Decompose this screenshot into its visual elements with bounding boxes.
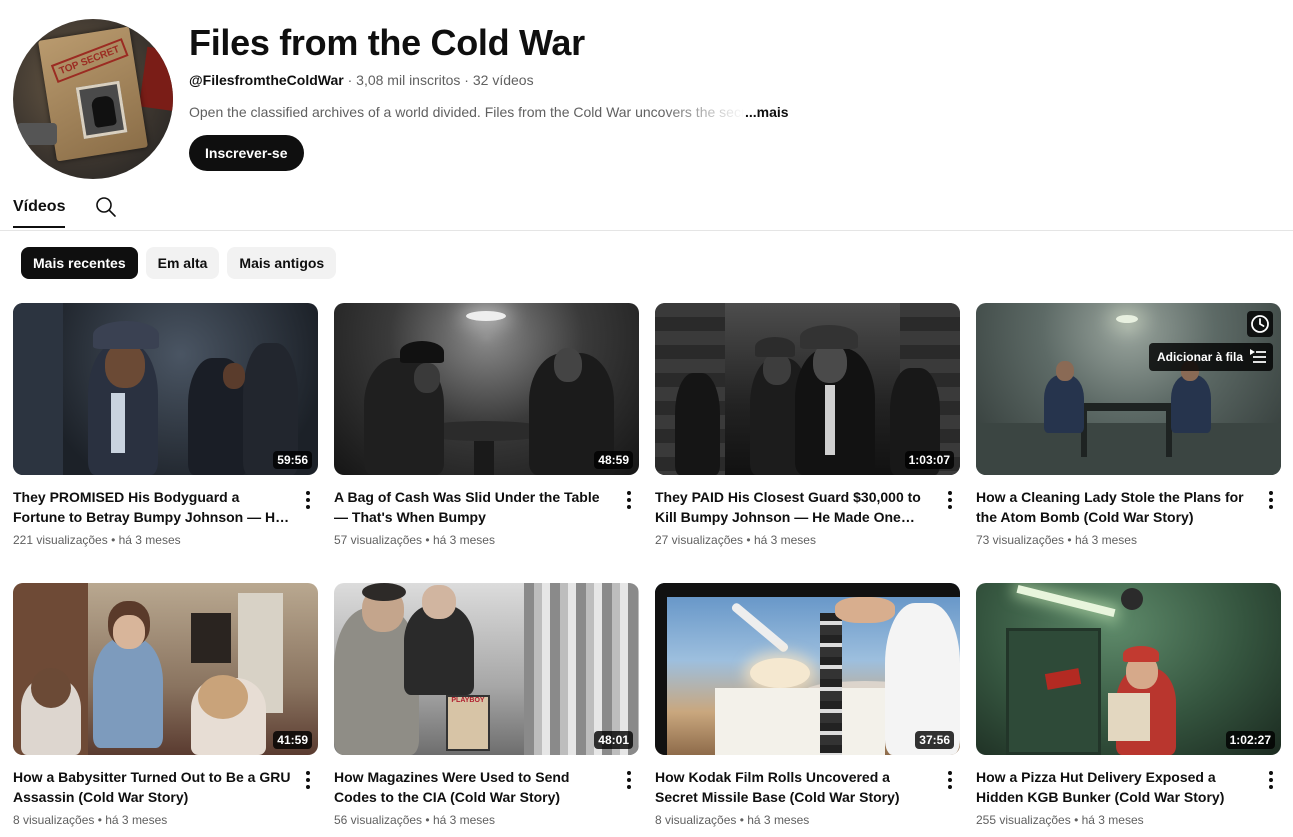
video-thumbnail[interactable]: Adicionar à fila — [976, 303, 1281, 475]
video-meta: 8 visualizações • há 3 meses — [655, 813, 810, 827]
video-meta: 221 visualizações • há 3 meses — [13, 533, 181, 547]
chip-em-alta[interactable]: Em alta — [145, 247, 220, 279]
description-text: Open the classified archives of a world … — [189, 104, 745, 120]
more-actions-icon[interactable] — [1263, 768, 1279, 792]
video-thumbnail[interactable]: 41:59 — [13, 583, 318, 755]
video-duration: 48:59 — [594, 451, 633, 469]
more-link[interactable]: ...mais — [745, 104, 789, 120]
video-meta: 27 visualizações • há 3 meses — [655, 533, 816, 547]
chip-mais-recentes[interactable]: Mais recentes — [21, 247, 138, 279]
video-card[interactable]: 59:56 They PROMISED His Bodyguard a Fort… — [13, 303, 318, 547]
video-thumbnail[interactable]: 48:59 — [334, 303, 639, 475]
video-card[interactable]: 41:59 How a Babysitter Turned Out to Be … — [13, 583, 318, 827]
sort-chips: Mais recentes Em alta Mais antigos — [21, 247, 337, 279]
channel-meta: @FilesfromtheColdWar · 3,08 mil inscrito… — [189, 72, 534, 88]
channel-avatar: TOP SECRET — [13, 19, 173, 179]
video-thumbnail[interactable]: 1:02:27 — [976, 583, 1281, 755]
avatar-photo — [75, 80, 128, 139]
video-duration: 59:56 — [273, 451, 312, 469]
video-meta: 56 visualizações • há 3 meses — [334, 813, 495, 827]
add-to-queue-label: Adicionar à fila — [1156, 350, 1243, 364]
more-actions-icon[interactable] — [300, 488, 316, 512]
video-title[interactable]: How a Cleaning Lady Stole the Plans for … — [976, 487, 1256, 527]
channel-handle: @FilesfromtheColdWar — [189, 72, 344, 88]
video-card[interactable]: 48:59 A Bag of Cash Was Slid Under the T… — [334, 303, 639, 547]
channel-title: Files from the Cold War — [189, 22, 585, 63]
video-meta: 255 visualizações • há 3 meses — [976, 813, 1144, 827]
video-title[interactable]: They PAID His Closest Guard $30,000 to K… — [655, 487, 935, 527]
add-to-queue-button[interactable]: Adicionar à fila — [1148, 343, 1273, 371]
video-card[interactable]: 37:56 How Kodak Film Rolls Uncovered a S… — [655, 583, 960, 827]
video-duration: 48:01 — [594, 731, 633, 749]
channel-description[interactable]: Open the classified archives of a world … — [189, 104, 789, 120]
video-title[interactable]: They PROMISED His Bodyguard a Fortune to… — [13, 487, 293, 527]
video-title[interactable]: How a Babysitter Turned Out to Be a GRU … — [13, 767, 293, 807]
video-card[interactable]: PLAYBOY 48:01 How Magazines Were Used to… — [334, 583, 639, 827]
video-meta: 73 visualizações • há 3 meses — [976, 533, 1137, 547]
avatar-camera — [17, 123, 57, 145]
video-title[interactable]: A Bag of Cash Was Slid Under the Table —… — [334, 487, 614, 527]
video-title[interactable]: How Kodak Film Rolls Uncovered a Secret … — [655, 767, 935, 807]
video-thumbnail[interactable]: PLAYBOY 48:01 — [334, 583, 639, 755]
more-actions-icon[interactable] — [621, 488, 637, 512]
video-duration: 41:59 — [273, 731, 312, 749]
video-duration: 1:03:07 — [904, 451, 954, 469]
video-meta: 57 visualizações • há 3 meses — [334, 533, 495, 547]
more-actions-icon[interactable] — [942, 768, 958, 792]
video-card[interactable]: Adicionar à fila How a Cleaning Lady Sto… — [976, 303, 1281, 547]
playlist-add-icon — [1249, 348, 1267, 367]
clock-icon[interactable] — [1247, 311, 1273, 337]
search-icon[interactable] — [94, 195, 118, 219]
video-duration: 37:56 — [915, 731, 954, 749]
tab-videos[interactable]: Vídeos — [13, 198, 66, 228]
magazine-title: PLAYBOY — [451, 697, 485, 704]
video-card[interactable]: 1:02:27 How a Pizza Hut Delivery Exposed… — [976, 583, 1281, 827]
video-thumbnail[interactable]: 59:56 — [13, 303, 318, 475]
video-count: 32 vídeos — [472, 72, 534, 88]
video-title[interactable]: How Magazines Were Used to Send Codes to… — [334, 767, 614, 807]
more-actions-icon[interactable] — [1263, 488, 1279, 512]
video-thumbnail[interactable]: 1:03:07 — [655, 303, 960, 475]
channel-tabs: Vídeos — [0, 190, 1293, 231]
more-actions-icon[interactable] — [942, 488, 958, 512]
avatar-stamp: TOP SECRET — [50, 38, 129, 84]
video-card[interactable]: 1:03:07 They PAID His Closest Guard $30,… — [655, 303, 960, 547]
subscribe-button[interactable]: Inscrever-se — [189, 135, 304, 171]
avatar-flag — [138, 46, 173, 112]
video-duration: 1:02:27 — [1225, 731, 1275, 749]
video-thumbnail[interactable]: 37:56 — [655, 583, 960, 755]
chip-mais-antigos[interactable]: Mais antigos — [227, 247, 337, 279]
more-actions-icon[interactable] — [621, 768, 637, 792]
subscriber-count: 3,08 mil inscritos — [356, 72, 461, 88]
more-actions-icon[interactable] — [300, 768, 316, 792]
video-meta: 8 visualizações • há 3 meses — [13, 813, 168, 827]
video-title[interactable]: How a Pizza Hut Delivery Exposed a Hidde… — [976, 767, 1256, 807]
